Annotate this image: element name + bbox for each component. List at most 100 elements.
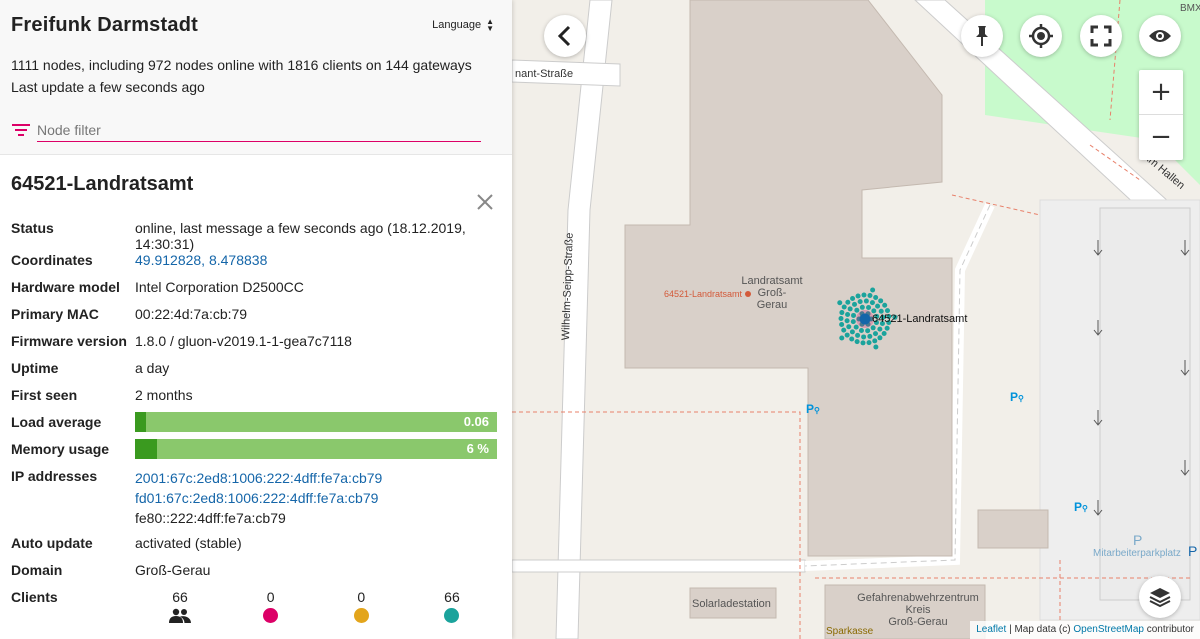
client-dot xyxy=(847,306,853,312)
client-dot xyxy=(854,307,860,313)
memory-bar-fill xyxy=(135,439,157,459)
client-dot xyxy=(855,332,861,338)
client-dot xyxy=(872,331,878,337)
node-marker[interactable] xyxy=(859,313,871,325)
network-stats: 1111 nodes, including 972 nodes online w… xyxy=(11,54,501,98)
osm-link[interactable]: OpenStreetMap xyxy=(1073,624,1144,635)
client-dot xyxy=(877,335,883,341)
client-dot xyxy=(872,338,878,344)
clients-band-1: 0 xyxy=(226,589,316,624)
status-value: online, last message a few seconds ago (… xyxy=(135,220,466,252)
locate-button[interactable] xyxy=(1020,15,1062,57)
client-dot xyxy=(877,326,883,332)
node-label-small: 64521-Landratsamt xyxy=(664,289,751,299)
client-dot xyxy=(839,321,845,327)
client-dot xyxy=(875,303,881,309)
row-hardware: Hardware model Intel Corporation D2500CC xyxy=(11,279,497,306)
row-autoupdate: Auto update activated (stable) xyxy=(11,535,497,562)
bicycle-parking-icon: P⚲ xyxy=(806,402,820,416)
leaflet-link[interactable]: Leaflet xyxy=(976,624,1006,635)
ip-link-local: fe80::222:4dff:fe7a:cb79 xyxy=(135,510,286,526)
client-dot xyxy=(878,298,884,304)
mac-value: 00:22:4d:7a:cb:79 xyxy=(135,306,248,322)
node-filter-input[interactable] xyxy=(37,118,481,142)
row-mac: Primary MAC 00:22:4d:7a:cb:79 xyxy=(11,306,497,333)
node-map-label[interactable]: 64521-Landratsamt xyxy=(872,313,967,325)
client-dot xyxy=(884,325,890,331)
parking-symbol: P xyxy=(1188,543,1198,559)
fullscreen-icon xyxy=(1090,25,1112,47)
ip-link[interactable]: 2001:67c:2ed8:1006:222:4dff:fe7a:cb79 xyxy=(135,470,382,486)
client-dot xyxy=(845,312,851,318)
sidebar-header: Freifunk Darmstadt Language ▲ ▼ 1111 node… xyxy=(0,0,512,155)
row-status: Status online, last message a few second… xyxy=(11,220,497,252)
last-update: Last update a few seconds ago xyxy=(11,79,205,95)
domain-value: Groß-Gerau xyxy=(135,562,211,578)
row-first-seen: First seen 2 months xyxy=(11,387,497,414)
client-dot xyxy=(873,294,879,300)
sidebar: Freifunk Darmstadt Language ▲ ▼ 1111 node… xyxy=(0,0,512,639)
client-dot xyxy=(860,340,866,346)
client-dot xyxy=(857,299,863,305)
first-seen-value: 2 months xyxy=(135,387,193,403)
row-load: Load average 0.06 xyxy=(11,412,497,441)
stats-line: 1111 nodes, including 972 nodes online w… xyxy=(11,57,472,73)
chevron-left-icon xyxy=(557,25,571,47)
client-dot xyxy=(863,298,869,304)
row-memory: Memory usage 6 % xyxy=(11,439,497,468)
zoom-in-button[interactable]: + xyxy=(1139,70,1183,114)
orange-dot-icon xyxy=(353,608,369,623)
fullscreen-button[interactable] xyxy=(1080,15,1122,57)
client-dot xyxy=(858,327,864,333)
client-dot xyxy=(870,287,876,293)
layers-button[interactable] xyxy=(1139,576,1181,618)
memory-bar: 6 % xyxy=(135,439,497,459)
node-filter xyxy=(11,118,481,142)
client-dot xyxy=(852,301,858,307)
filter-icon[interactable] xyxy=(11,122,31,138)
client-dot xyxy=(865,328,871,334)
load-value: 0.06 xyxy=(463,414,489,429)
fire-station-label: Gefahrenabwehrzentrum Kreis Groß-Gerau xyxy=(857,592,979,628)
parking-symbol: P xyxy=(1133,532,1143,548)
language-select[interactable]: Language ▲ ▼ xyxy=(432,17,494,33)
client-dot xyxy=(841,327,847,333)
teal-dot-icon xyxy=(444,608,460,623)
visibility-button[interactable] xyxy=(1139,15,1181,57)
zoom-control: + − xyxy=(1139,70,1183,160)
layers-icon xyxy=(1149,588,1171,608)
close-button[interactable] xyxy=(476,193,494,211)
people-icon xyxy=(169,608,191,623)
zoom-out-button[interactable]: − xyxy=(1139,114,1183,158)
row-ip: IP addresses 2001:67c:2ed8:1006:222:4dff… xyxy=(11,468,497,535)
client-dot xyxy=(866,340,872,346)
client-dot xyxy=(855,293,861,299)
clients-band-2: 0 xyxy=(316,589,406,624)
row-uptime: Uptime a day xyxy=(11,360,497,387)
client-dot xyxy=(851,312,857,318)
node-title: 64521-Landratsamt xyxy=(11,173,194,195)
client-dot xyxy=(882,302,888,308)
client-dot xyxy=(838,316,844,322)
clients-total: 66 xyxy=(135,589,225,624)
client-dot xyxy=(867,293,873,299)
back-button[interactable] xyxy=(544,15,586,57)
clients-summary: 66 0 0 66 xyxy=(135,589,497,624)
street-label: nant-Straße xyxy=(515,68,574,80)
coordinates-link[interactable]: 49.912828, 8.478838 xyxy=(135,252,267,268)
sort-arrows-icon: ▲ ▼ xyxy=(486,17,494,33)
client-dot xyxy=(861,292,867,298)
client-dot xyxy=(881,330,887,336)
client-dot xyxy=(850,319,856,325)
row-domain: Domain Groß-Gerau xyxy=(11,562,497,589)
bmx-label: BMX xyxy=(1180,3,1200,14)
pin-button[interactable] xyxy=(961,15,1003,57)
client-dot xyxy=(837,300,843,306)
autoupdate-value: activated (stable) xyxy=(135,535,242,551)
app-title: Freifunk Darmstadt xyxy=(11,14,198,36)
client-dot xyxy=(873,344,879,350)
ip-link[interactable]: fd01:67c:2ed8:1006:222:4dff:fe7a:cb79 xyxy=(135,490,378,506)
client-dot xyxy=(844,318,850,324)
load-bar-fill xyxy=(135,412,146,432)
client-dot xyxy=(859,304,865,310)
